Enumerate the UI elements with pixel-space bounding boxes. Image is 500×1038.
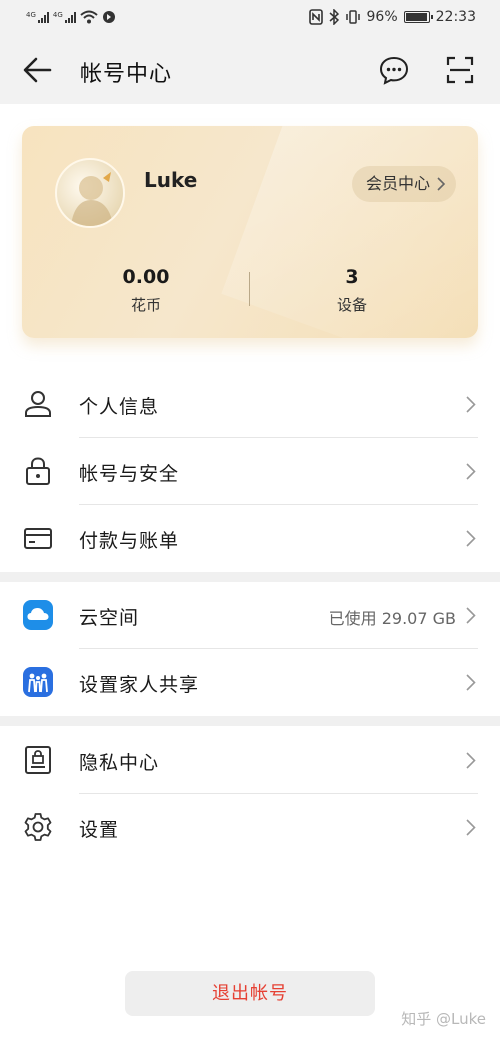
profile-card[interactable]: Luke 会员中心 0.00 花币 3 设备 [22,126,478,338]
menu-item-privacy-center[interactable]: 隐私中心 [0,727,500,793]
status-bar: 4G 4G 96% 22:33 [0,0,500,36]
vibrate-icon [345,10,360,24]
member-center-button[interactable]: 会员中心 [351,166,456,202]
menu-item-label: 个人信息 [79,396,160,418]
wifi-icon [80,10,98,24]
stat-coins[interactable]: 0.00 花币 [46,266,246,315]
stat-devices[interactable]: 3 设备 [252,266,452,315]
status-right: 96% 22:33 [308,9,476,25]
menu-item-settings[interactable]: 设置 [0,794,500,860]
cloud-icon [23,600,53,630]
menu-item-label: 付款与账单 [79,530,180,552]
stat-value: 3 [345,266,359,288]
scan-icon[interactable] [444,54,476,86]
back-arrow-icon[interactable] [22,56,52,84]
menu-item-family-sharing[interactable]: 设置家人共享 [0,649,500,715]
signal-icon: 4G [53,11,76,23]
signal-icon: 4G [26,11,49,23]
bluetooth-icon [329,9,339,25]
clock-time: 22:33 [435,9,476,25]
menu-item-label: 帐号与安全 [79,463,180,485]
menu-item-label: 设置家人共享 [79,674,200,696]
chevron-right-icon [466,607,476,624]
chevron-right-icon [466,674,476,691]
menu-item-cloud-space[interactable]: 云空间 已使用 29.07 GB [0,582,500,648]
card-icon [24,528,52,549]
watermark: 知乎 @Luke [401,1010,486,1028]
page-title: 帐号中心 [80,62,173,87]
menu-item-label: 设置 [79,819,120,841]
message-icon[interactable] [378,54,410,86]
member-center-label: 会员中心 [365,174,430,193]
stat-label: 花币 [130,296,161,314]
status-left: 4G 4G [26,10,116,24]
avatar[interactable] [55,158,125,228]
family-icon [23,667,53,697]
avatar-illustration-icon [71,172,113,226]
app-header: 帐号中心 [0,36,500,104]
section-gap [0,572,500,582]
menu-item-payment-billing[interactable]: 付款与账单 [0,505,500,571]
stat-label: 设备 [336,296,367,314]
chevron-right-icon [466,396,476,413]
person-icon [25,391,51,417]
battery-percent: 96% [366,9,398,25]
storage-used-value: 已使用 29.07 GB [328,609,456,628]
section-gap [0,716,500,726]
chevron-right-icon [466,463,476,480]
stat-divider [249,272,250,306]
logout-button[interactable]: 退出帐号 [125,971,375,1016]
gear-icon [24,813,52,841]
chevron-right-icon [437,177,446,191]
nfc-icon [308,9,323,25]
battery-icon [403,11,433,23]
lock-icon [26,457,50,485]
menu-item-account-security[interactable]: 帐号与安全 [0,438,500,504]
chevron-right-icon [466,819,476,836]
stat-value: 0.00 [122,266,170,288]
chevron-right-icon [466,530,476,547]
menu-item-personal-info[interactable]: 个人信息 [0,371,500,437]
menu-item-label: 云空间 [79,607,140,629]
username: Luke [144,168,198,192]
chevron-right-icon [466,752,476,769]
notification-icon [102,11,115,23]
privacy-icon [25,746,51,774]
menu-item-label: 隐私中心 [79,752,160,774]
